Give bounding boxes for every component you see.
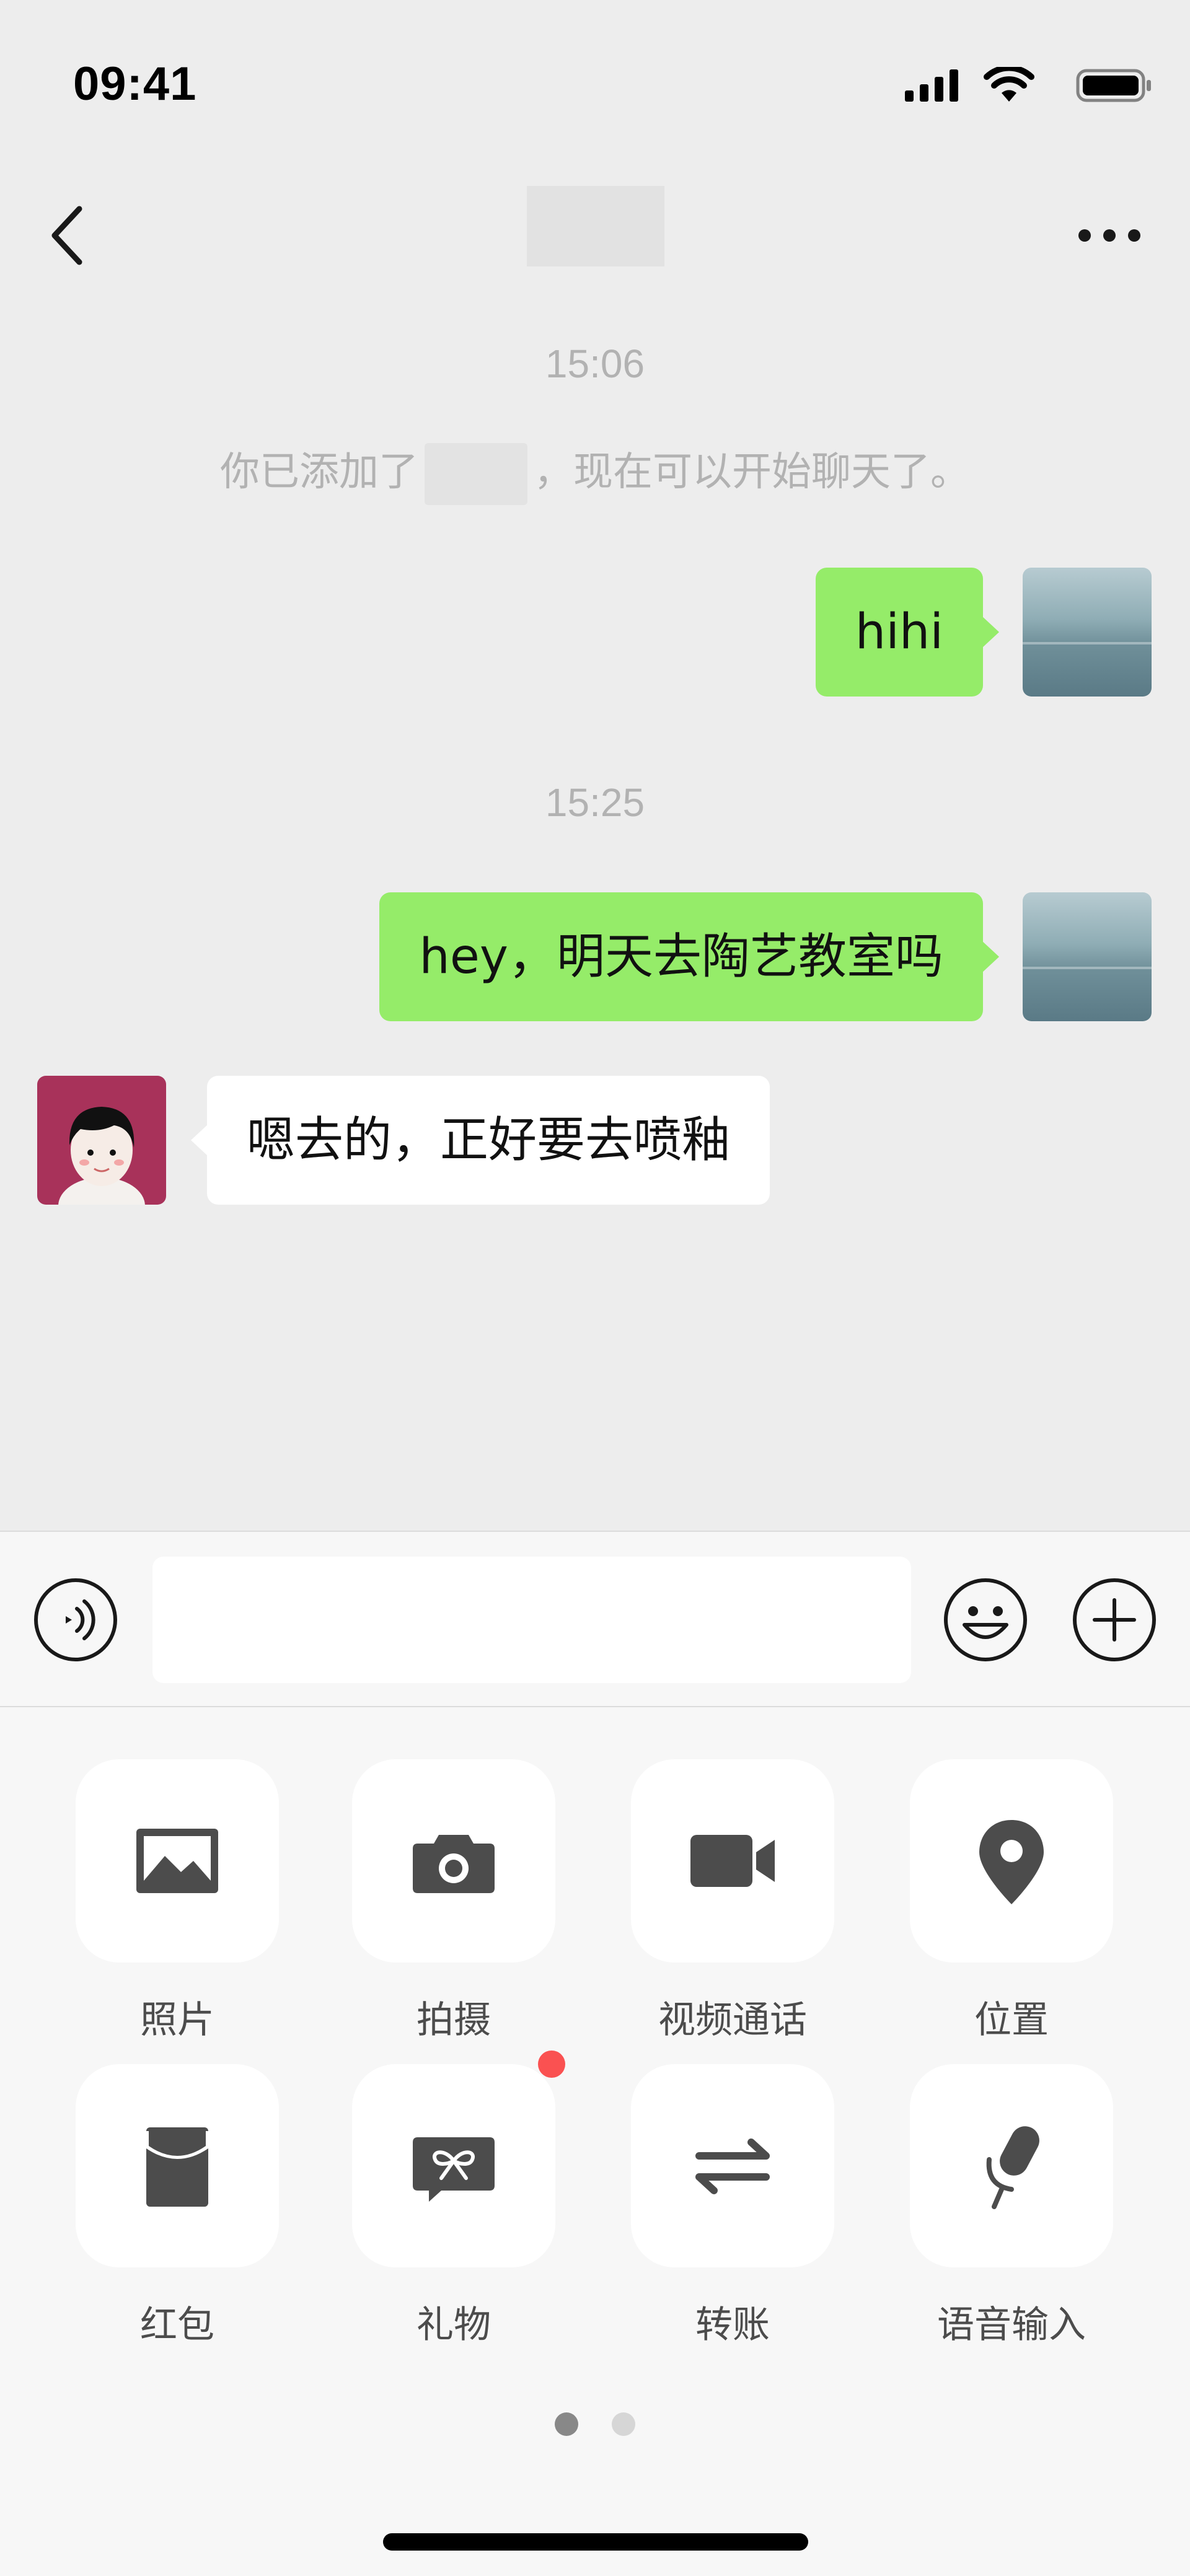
action-transfer[interactable]: 转账 <box>631 2064 834 2349</box>
page-indicator <box>0 2412 1190 2438</box>
redacted-name <box>425 443 527 506</box>
contact-name-title <box>527 186 664 266</box>
action-label: 转账 <box>695 2303 770 2347</box>
message-input[interactable] <box>152 1557 911 1683</box>
photo-icon <box>136 1829 218 1893</box>
cellular-signal-icon <box>905 69 958 102</box>
system-message-prefix: 你已添加了 <box>220 449 418 495</box>
back-icon[interactable] <box>43 201 93 270</box>
action-tile[interactable] <box>910 1759 1113 1963</box>
battery-icon <box>1076 69 1151 102</box>
emoji-button[interactable] <box>942 1576 1029 1663</box>
action-tile[interactable] <box>910 2064 1113 2267</box>
status-time: 09:41 <box>73 58 197 110</box>
system-message: 你已添加了 ，现在可以开始聊天了。 <box>0 440 1190 506</box>
page-dot[interactable] <box>611 2412 635 2436</box>
contact-avatar-illustration <box>58 1107 145 1205</box>
action-tile[interactable] <box>352 2051 565 2267</box>
action-red-packet[interactable]: 红包 <box>76 2064 279 2349</box>
gift-icon <box>413 2137 495 2202</box>
action-label: 礼物 <box>416 2303 491 2347</box>
page-dot-active[interactable] <box>555 2412 579 2436</box>
input-bar <box>0 1531 1190 1707</box>
outgoing-message-bubble[interactable]: hey，明天去陶艺教室吗 <box>379 892 999 1021</box>
action-tile[interactable] <box>76 2064 279 2267</box>
video-call-icon <box>690 1835 775 1887</box>
notification-badge <box>538 2051 565 2078</box>
my-avatar[interactable] <box>1023 568 1152 697</box>
action-label: 拍摄 <box>416 1998 491 2042</box>
action-tile[interactable] <box>352 1759 555 1963</box>
voice-mode-button[interactable] <box>32 1576 119 1663</box>
contact-avatar[interactable] <box>37 1076 166 1205</box>
outgoing-message-bubble[interactable]: hihi <box>815 568 1000 697</box>
system-message-suffix: ，现在可以开始聊天了。 <box>534 449 970 495</box>
red-packet-icon <box>146 2127 208 2207</box>
action-label: 语音输入 <box>937 2303 1086 2347</box>
home-indicator[interactable] <box>383 2533 808 2551</box>
action-camera[interactable]: 拍摄 <box>352 1759 555 2044</box>
chat-area[interactable]: 15:06 你已添加了 ，现在可以开始聊天了。 hihi 15:25 hey，明天… <box>0 291 1190 1531</box>
action-tile[interactable] <box>76 1759 279 1963</box>
status-bar: 09:41 <box>0 0 1190 167</box>
more-icon[interactable] <box>1066 217 1153 254</box>
camera-icon <box>413 1835 495 1893</box>
action-video-call[interactable]: 视频通话 <box>631 1759 834 2044</box>
more-functions-button[interactable] <box>1071 1576 1158 1663</box>
action-gift[interactable]: 礼物 <box>352 2051 565 2349</box>
action-label: 位置 <box>974 1998 1049 2042</box>
my-avatar[interactable] <box>1023 892 1152 1021</box>
action-label: 视频通话 <box>658 1998 807 2042</box>
action-tile[interactable] <box>631 1759 834 1963</box>
voice-input-icon <box>986 2126 1039 2209</box>
incoming-message-bubble[interactable]: 嗯去的，正好要去喷釉 <box>190 1076 770 1205</box>
action-tile[interactable] <box>631 2064 834 2267</box>
action-voice-input[interactable]: 语音输入 <box>910 2064 1113 2349</box>
action-photo[interactable]: 照片 <box>76 1759 279 2044</box>
nav-bar <box>0 167 1190 291</box>
timestamp: 15:25 <box>545 780 645 825</box>
location-icon <box>979 1820 1044 1904</box>
transfer-icon <box>695 2139 770 2194</box>
function-panel: 照片 拍摄 视频通话 位置 红包 礼物 转账 语音输入 <box>0 1707 1190 2576</box>
action-label: 照片 <box>140 1998 214 2042</box>
action-location[interactable]: 位置 <box>910 1759 1113 2044</box>
action-label: 红包 <box>140 2303 214 2347</box>
timestamp: 15:06 <box>545 341 645 386</box>
wifi-icon <box>984 67 1034 102</box>
